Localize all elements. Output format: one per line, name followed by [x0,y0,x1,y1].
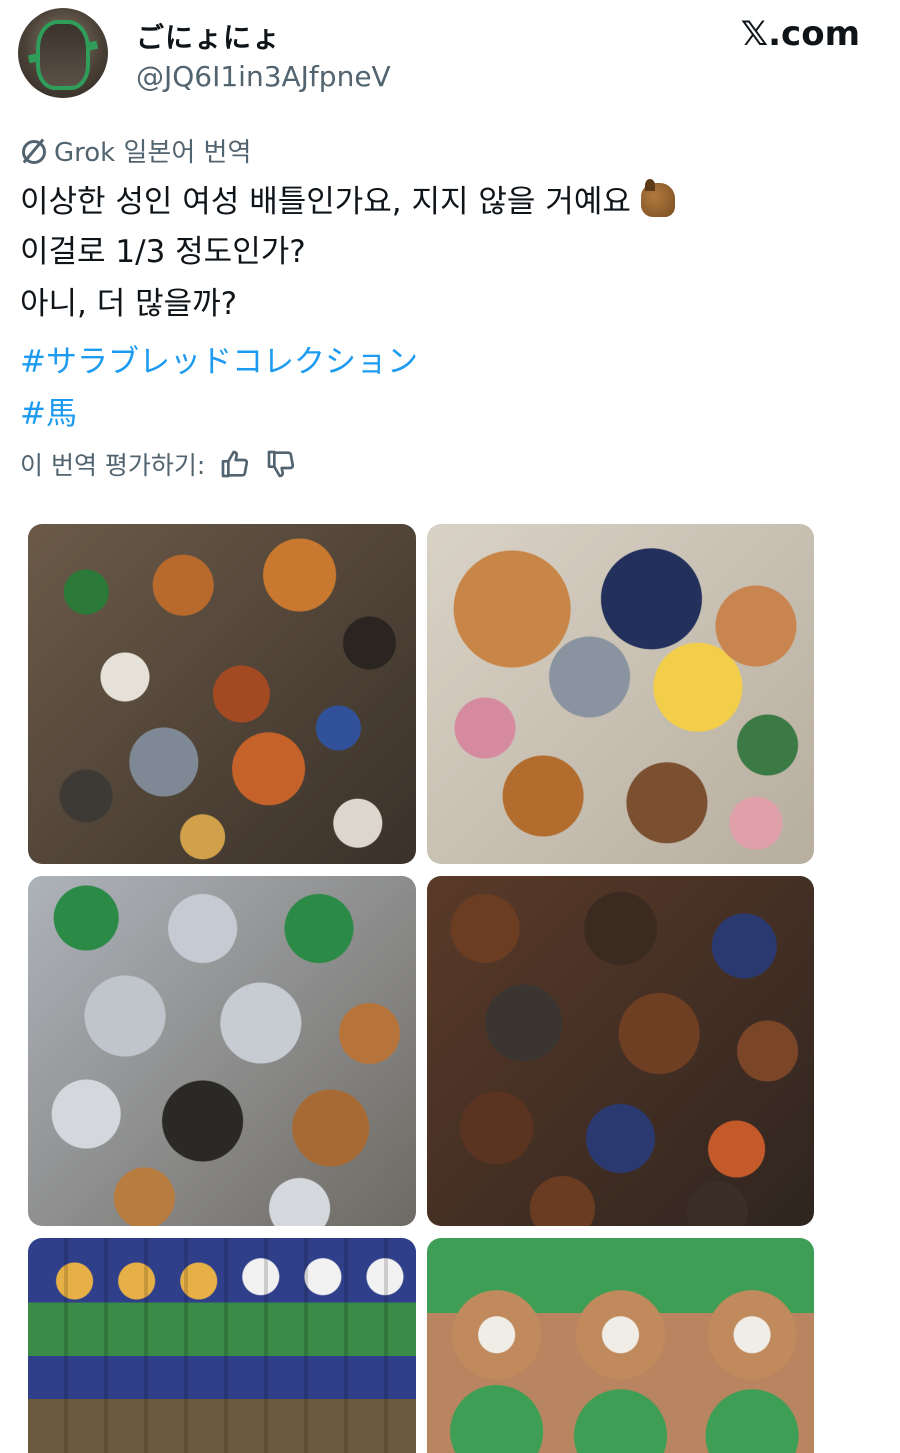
post-text-line-3: 아니, 더 많을까? [20,286,238,322]
media-photo-4[interactable] [427,876,814,1226]
post-text-line-1-text: 이상한 성인 여성 배틀인가요, 지지 않을 거예요 [20,184,631,220]
thumbs-up-icon[interactable] [219,448,251,480]
x-logo[interactable]: 𝕏.com [741,14,860,54]
translation-text: Grok 일본어 번역 [54,138,252,168]
post-text-line-1: 이상한 성인 여성 배틀인가요, 지지 않을 거예요 [20,179,675,222]
media-photo-6[interactable] [427,1238,814,1453]
translation-rating: 이 번역 평가하기: [20,446,297,482]
media-photo-3[interactable] [28,876,416,1226]
avatar-horse-mask [36,20,90,90]
translation-label: Grok 일본어 번역 [20,132,251,169]
avatar[interactable] [18,8,108,98]
hashtag-link-horse[interactable]: #馬 [20,388,77,433]
post-header: ごにょにょ @JQ6I1in3AJfpneV 𝕏.com [0,0,900,120]
display-name[interactable]: ごにょにょ [136,16,281,56]
media-photo-5[interactable] [28,1238,416,1453]
horse-face-icon [640,179,675,217]
post-text-line-2: 이걸로 1/3 정도인가? [20,234,306,270]
rating-label: 이 번역 평가하기: [20,451,206,480]
hashtag-link-thoroughbred-collection[interactable]: #サラブレッドコレクション [20,336,418,381]
user-handle[interactable]: @JQ6I1in3AJfpneV [136,60,391,93]
thumbs-down-icon[interactable] [265,448,297,480]
media-photo-1[interactable] [28,524,416,864]
media-photo-2[interactable] [427,524,814,864]
grok-icon [20,138,46,164]
